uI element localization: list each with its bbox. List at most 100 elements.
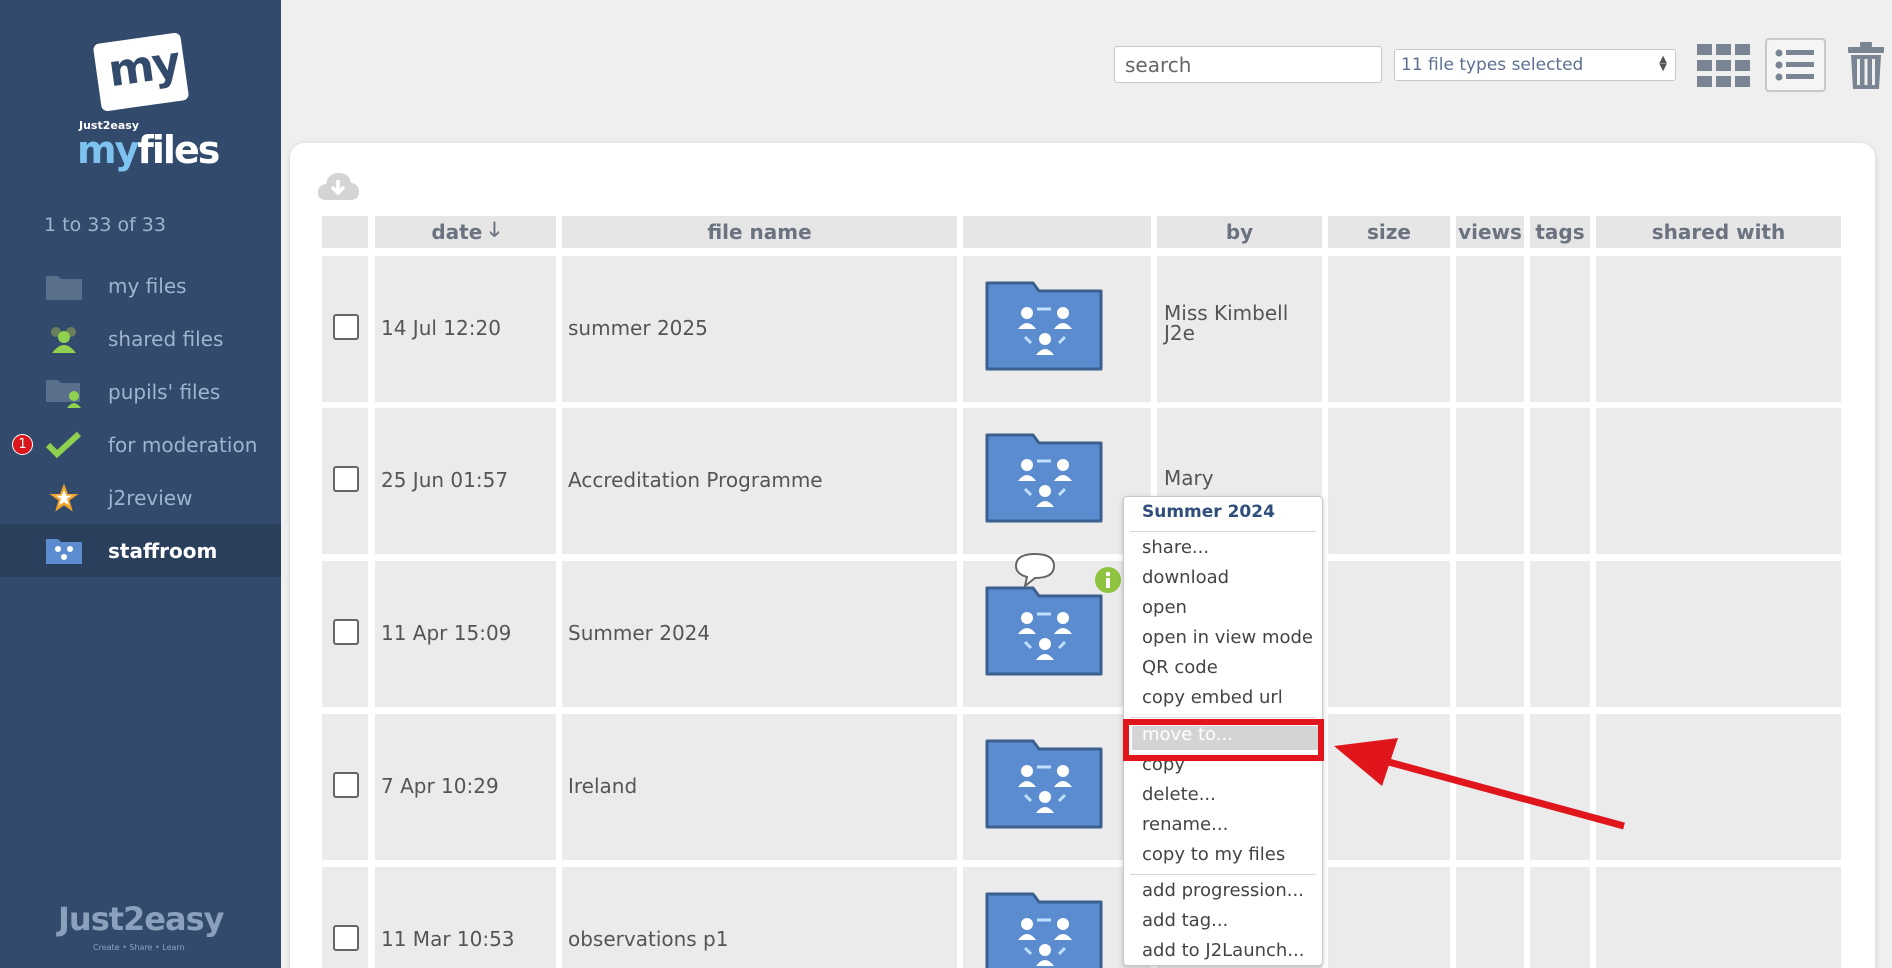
staffroom-folder-icon[interactable]: [985, 281, 1105, 373]
just2easy-tagline: Create • Share • Learn: [93, 943, 185, 952]
row-file-name[interactable]: summer 2025: [568, 316, 708, 340]
header-select: [322, 216, 368, 248]
file-count: 1 to 33 of 33: [44, 214, 166, 236]
menu-item-add-progression[interactable]: add progression...: [1142, 880, 1304, 901]
trash-icon[interactable]: [1846, 42, 1886, 90]
search-input[interactable]: [1114, 46, 1382, 83]
sidebar-item-shared-files[interactable]: shared files: [0, 312, 281, 365]
menu-item-delete[interactable]: delete...: [1142, 784, 1216, 805]
menu-divider: [1130, 717, 1316, 718]
menu-item-rename[interactable]: rename...: [1142, 814, 1228, 835]
pupil-folder-icon: [46, 379, 81, 408]
staffroom-folder-icon[interactable]: [985, 586, 1105, 678]
row-file-name[interactable]: Ireland: [568, 774, 637, 798]
menu-item-open[interactable]: open: [1142, 597, 1187, 618]
staffroom-folder-icon[interactable]: [985, 892, 1105, 968]
staffroom-icon: [46, 538, 82, 564]
sidebar-item-staffroom[interactable]: staffroom: [0, 524, 281, 577]
sidebar-item-label: for moderation: [108, 432, 258, 457]
sidebar: my Just2easy myfiles 1 to 33 of 33 my fi…: [0, 0, 281, 968]
file-types-value: 11 file types selected: [1401, 55, 1584, 75]
staffroom-folder-icon[interactable]: [985, 433, 1105, 525]
table-cell: [1596, 561, 1841, 707]
context-menu-title: Summer 2024: [1142, 502, 1275, 522]
myfiles-logo[interactable]: my Just2easy myfiles: [75, 28, 220, 172]
header-tags[interactable]: tags: [1530, 216, 1590, 248]
star-icon: [49, 483, 79, 512]
menu-divider: [1130, 874, 1316, 875]
header-size[interactable]: size: [1328, 216, 1450, 248]
header-views[interactable]: views: [1456, 216, 1524, 248]
table-cell: [1328, 561, 1450, 707]
logo-card-text: my: [105, 36, 183, 98]
table-cell: [375, 867, 556, 968]
table-cell: [1456, 867, 1524, 968]
logo-brand-my: my: [77, 128, 139, 172]
table-cell: [1530, 408, 1590, 554]
row-file-name[interactable]: Accreditation Programme: [568, 468, 823, 492]
header-by-label: by: [1225, 220, 1254, 244]
menu-item-download[interactable]: download: [1142, 567, 1229, 588]
menu-divider: [1130, 531, 1316, 532]
table-cell: [1456, 408, 1524, 554]
just2easy-logo: Just2easy: [58, 900, 224, 938]
moderation-badge: 1: [12, 434, 33, 455]
red-arrow-icon: [1334, 738, 1625, 830]
comment-icon[interactable]: [1013, 551, 1057, 587]
file-types-select[interactable]: 11 file types selected ▲ ▼: [1394, 49, 1676, 81]
row-date: 14 Jul 12:20: [381, 316, 501, 340]
header-tags-label: tags: [1535, 220, 1585, 244]
sidebar-item-label: shared files: [108, 326, 224, 351]
header-by[interactable]: by: [1157, 216, 1322, 248]
table-cell: [1456, 561, 1524, 707]
table-cell: [1328, 408, 1450, 554]
menu-item-open-view-mode[interactable]: open in view mode: [1142, 627, 1313, 648]
menu-item-add-tag[interactable]: add tag...: [1142, 910, 1228, 931]
row-checkbox[interactable]: [333, 772, 359, 798]
sidebar-item-for-moderation[interactable]: 1 for moderation: [0, 418, 281, 471]
highlight-box: [1123, 719, 1324, 761]
sidebar-nav: my files shared files pupils' files 1 fo…: [0, 259, 281, 577]
menu-item-add-to-j2launch[interactable]: add to J2Launch...: [1142, 940, 1305, 961]
row-file-name[interactable]: observations p1: [568, 927, 728, 951]
header-shared-with[interactable]: shared with: [1596, 216, 1841, 248]
sort-arrow-icon: 🡓: [489, 217, 500, 241]
header-date[interactable]: date 🡓: [375, 216, 556, 248]
row-checkbox[interactable]: [333, 619, 359, 645]
menu-item-copy-embed-url[interactable]: copy embed url: [1142, 687, 1283, 708]
sidebar-item-my-files[interactable]: my files: [0, 259, 281, 312]
row-checkbox[interactable]: [333, 466, 359, 492]
row-checkbox[interactable]: [333, 314, 359, 340]
table-cell: [1596, 256, 1841, 402]
menu-item-share[interactable]: share...: [1142, 537, 1209, 558]
sidebar-item-pupils-files[interactable]: pupils' files: [0, 365, 281, 418]
menu-item-qr-code[interactable]: QR code: [1142, 657, 1218, 678]
sidebar-item-label: my files: [108, 273, 187, 298]
info-icon[interactable]: [1094, 566, 1122, 594]
header-thumbnail: [963, 216, 1151, 248]
sidebar-item-label: j2review: [108, 485, 193, 510]
select-arrows-icon: ▲ ▼: [1659, 54, 1667, 73]
table-cell: [1456, 256, 1524, 402]
sidebar-item-label: pupils' files: [108, 379, 221, 404]
row-checkbox[interactable]: [333, 925, 359, 951]
checkmark-icon: [45, 431, 82, 458]
sidebar-item-j2review[interactable]: j2review: [0, 471, 281, 524]
staffroom-folder-icon[interactable]: [985, 739, 1105, 831]
header-file-name[interactable]: file name: [562, 216, 957, 248]
grid-view-icon[interactable]: [1697, 44, 1751, 88]
table-cell: [1596, 714, 1841, 860]
logo-brand: myfiles: [77, 128, 220, 172]
header-shared-with-label: shared with: [1651, 220, 1786, 244]
list-view-button[interactable]: [1765, 38, 1826, 92]
logo-card: my: [92, 32, 190, 112]
menu-item-copy-to-my-files[interactable]: copy to my files: [1142, 844, 1285, 865]
cloud-download-icon[interactable]: [317, 170, 359, 202]
folder-icon: [46, 275, 82, 300]
header-views-label: views: [1458, 220, 1522, 244]
table-cell: [1530, 867, 1590, 968]
people-icon: [51, 326, 76, 353]
table-cell: [1596, 867, 1841, 968]
table-cell: [1530, 561, 1590, 707]
row-file-name[interactable]: Summer 2024: [568, 621, 710, 645]
